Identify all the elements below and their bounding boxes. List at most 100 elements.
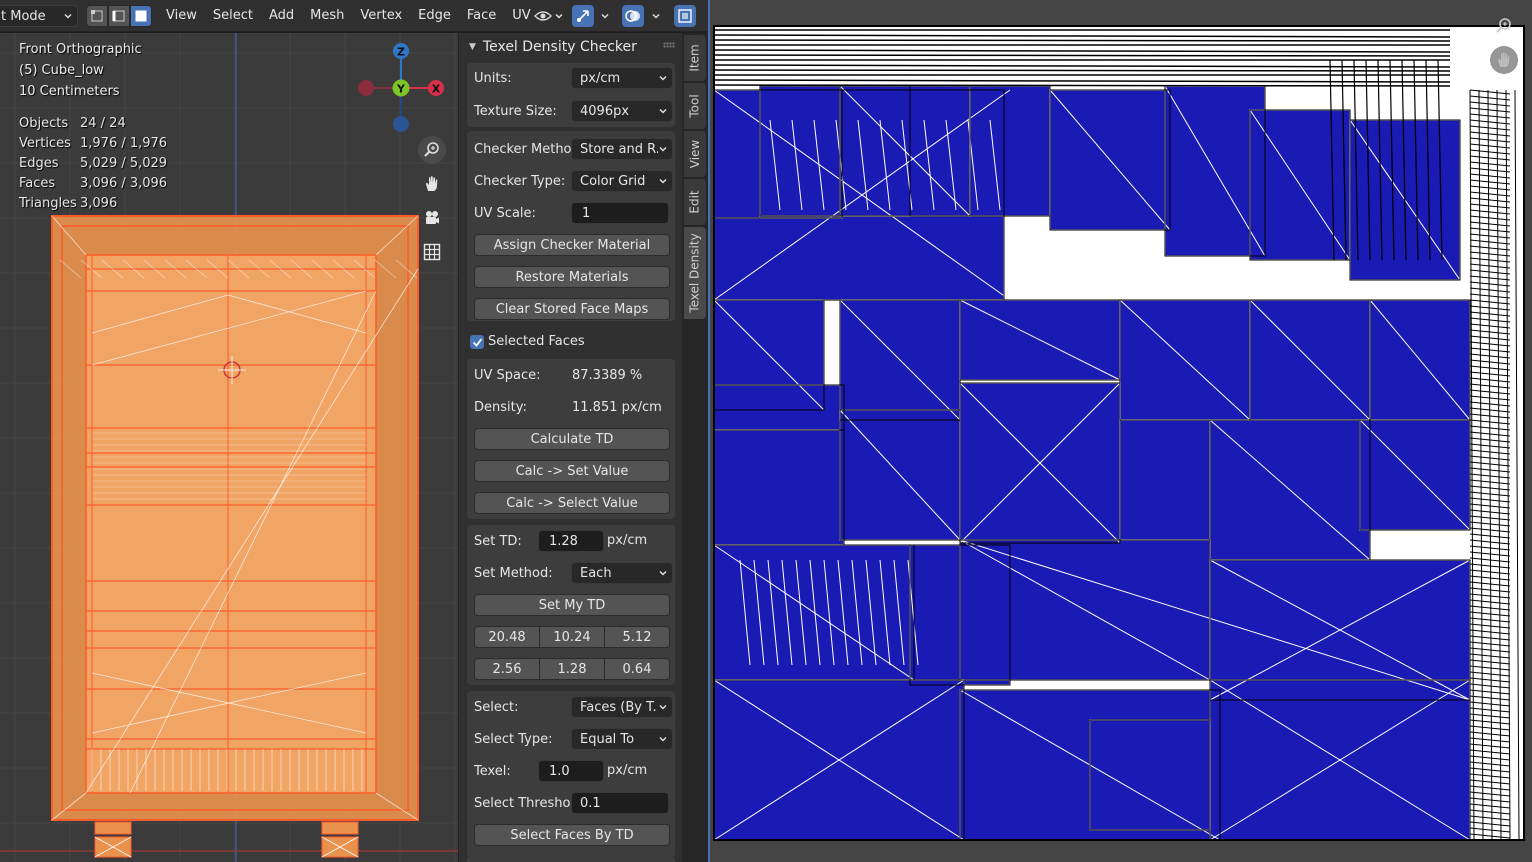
vertex-select-icon bbox=[91, 10, 103, 22]
preset-20-48-button[interactable]: 20.48 bbox=[474, 626, 540, 648]
svg-text:Z: Z bbox=[397, 46, 405, 59]
chevron-down-icon bbox=[659, 736, 667, 742]
texture-size-dropdown[interactable]: 4096px bbox=[571, 100, 673, 122]
select-threshold-field[interactable]: 0.1 bbox=[571, 792, 669, 814]
assign-checker-button[interactable]: Assign Checker Material bbox=[474, 234, 670, 256]
next-box bbox=[467, 856, 675, 862]
checkmark-icon bbox=[472, 337, 482, 347]
menu-view[interactable]: View bbox=[158, 5, 205, 27]
density-label: Density: bbox=[474, 399, 527, 415]
calc-set-value-button[interactable]: Calc -> Set Value bbox=[474, 460, 670, 482]
uv-canvas[interactable] bbox=[710, 0, 1532, 862]
chevron-down-icon[interactable] bbox=[600, 11, 610, 21]
stat-objects: Objects 24 / 24 bbox=[19, 116, 126, 131]
perspective-toggle-button[interactable] bbox=[418, 238, 446, 266]
hand-icon bbox=[426, 176, 438, 191]
eye-icon bbox=[534, 11, 552, 21]
set-my-td-button[interactable]: Set My TD bbox=[474, 594, 670, 616]
drag-handle-icon[interactable] bbox=[663, 42, 675, 48]
object-name: (5) Cube_low bbox=[19, 63, 104, 78]
panel-title: Texel Density Checker bbox=[482, 39, 637, 55]
navigation-gizmo[interactable]: Z X Y bbox=[350, 39, 450, 139]
checker-type-label: Checker Type: bbox=[474, 173, 566, 189]
calculate-td-button[interactable]: Calculate TD bbox=[474, 428, 670, 450]
uv-islands bbox=[713, 25, 1525, 841]
menu-face[interactable]: Face bbox=[459, 5, 504, 27]
preset-5-12-button[interactable]: 5.12 bbox=[604, 626, 670, 648]
zoom-icon bbox=[424, 142, 439, 157]
svg-text:Y: Y bbox=[396, 83, 406, 96]
pan-button[interactable] bbox=[418, 170, 446, 198]
camera-view-button[interactable] bbox=[418, 204, 446, 232]
face-select-button[interactable] bbox=[130, 5, 152, 27]
checker-type-dropdown[interactable]: Color Grid bbox=[571, 170, 673, 192]
units-dropdown[interactable]: px/cm bbox=[571, 67, 673, 89]
xray-toggle-button[interactable] bbox=[674, 5, 696, 27]
viewport-header: t Mode View Select Add Mesh Vertex Edge … bbox=[0, 0, 708, 32]
chevron-down-icon bbox=[659, 704, 667, 710]
view-name: Front Orthographic bbox=[19, 42, 142, 57]
tab-tool[interactable]: Tool bbox=[684, 83, 706, 129]
clear-face-maps-button[interactable]: Clear Stored Face Maps bbox=[474, 298, 670, 320]
select-threshold-label: Select Threshold: bbox=[474, 795, 587, 811]
edge-select-button[interactable] bbox=[108, 5, 130, 27]
set-method-dropdown[interactable]: Each bbox=[571, 562, 673, 584]
tab-view[interactable]: View bbox=[684, 131, 706, 177]
menu-mesh[interactable]: Mesh bbox=[302, 5, 352, 27]
uv-pan-button[interactable] bbox=[1490, 46, 1518, 74]
menu-vertex[interactable]: Vertex bbox=[352, 5, 410, 27]
preset-0-64-button[interactable]: 0.64 bbox=[604, 658, 670, 680]
tab-item[interactable]: Item bbox=[684, 35, 706, 81]
preset-2-56-button[interactable]: 2.56 bbox=[474, 658, 540, 680]
gizmo-icon bbox=[577, 10, 589, 22]
uv-zoom-button[interactable] bbox=[1490, 12, 1518, 40]
selected-faces-checkbox[interactable] bbox=[470, 335, 484, 349]
select-dropdown[interactable]: Faces (By T... bbox=[571, 696, 673, 718]
panel-header[interactable]: ▼ Texel Density Checker bbox=[459, 33, 682, 61]
stat-faces: Faces 3,096 / 3,096 bbox=[19, 176, 168, 191]
preset-1-28-button[interactable]: 1.28 bbox=[539, 658, 605, 680]
grid-scale: 10 Centimeters bbox=[19, 84, 120, 99]
face-select-icon bbox=[135, 10, 147, 22]
preset-10-24-button[interactable]: 10.24 bbox=[539, 626, 605, 648]
texel-density-panel: ▼ Texel Density Checker Units: px/cm Tex… bbox=[458, 33, 682, 862]
visibility-button[interactable] bbox=[532, 5, 554, 27]
stat-edges: Edges 5,029 / 5,029 bbox=[19, 156, 168, 171]
chevron-down-icon[interactable] bbox=[554, 11, 564, 21]
stat-vertices: Vertices 1,976 / 1,976 bbox=[19, 136, 168, 151]
restore-materials-button[interactable]: Restore Materials bbox=[474, 266, 670, 288]
3d-viewport[interactable]: Front Orthographic (5) Cube_low 10 Centi… bbox=[0, 33, 458, 862]
checker-method-dropdown[interactable]: Store and R... bbox=[571, 138, 673, 160]
mesh-wireframe bbox=[51, 215, 419, 858]
menu-add[interactable]: Add bbox=[261, 5, 302, 27]
set-td-field[interactable]: 1.28 bbox=[538, 530, 604, 552]
zoom-button[interactable] bbox=[418, 136, 446, 164]
texel-unit: px/cm bbox=[607, 763, 648, 778]
chevron-down-icon[interactable] bbox=[651, 11, 661, 21]
uv-editor[interactable] bbox=[708, 0, 1532, 862]
tab-texel-density[interactable]: Texel Density bbox=[684, 227, 706, 319]
menu-select[interactable]: Select bbox=[205, 5, 261, 27]
overlays-toggle-button[interactable] bbox=[622, 5, 644, 27]
selected-faces-label[interactable]: Selected Faces bbox=[488, 334, 585, 349]
density-value: 11.851 px/cm bbox=[572, 399, 662, 415]
checker-method-label: Checker Method: bbox=[474, 141, 585, 157]
chevron-down-icon bbox=[659, 146, 667, 152]
texel-field[interactable]: 1.0 bbox=[538, 760, 604, 782]
chevron-down-icon bbox=[659, 570, 667, 576]
mode-dropdown[interactable]: t Mode bbox=[0, 5, 78, 27]
select-type-label: Select Type: bbox=[474, 731, 553, 747]
uv-space-row: UV Space: 87.3389 % bbox=[474, 364, 670, 386]
collapse-triangle-icon[interactable]: ▼ bbox=[469, 42, 476, 52]
select-type-dropdown[interactable]: Equal To bbox=[571, 728, 673, 750]
chevron-down-icon bbox=[659, 178, 667, 184]
camera-icon bbox=[426, 211, 439, 224]
gizmo-toggle-button[interactable] bbox=[572, 5, 594, 27]
calc-select-value-button[interactable]: Calc -> Select Value bbox=[474, 492, 670, 514]
select-faces-by-td-button[interactable]: Select Faces By TD bbox=[474, 824, 670, 846]
uv-space-label: UV Space: bbox=[474, 367, 541, 383]
menu-edge[interactable]: Edge bbox=[410, 5, 459, 27]
uv-scale-field[interactable]: 1 bbox=[571, 202, 669, 224]
tab-edit[interactable]: Edit bbox=[684, 179, 706, 225]
vertex-select-button[interactable] bbox=[86, 5, 108, 27]
